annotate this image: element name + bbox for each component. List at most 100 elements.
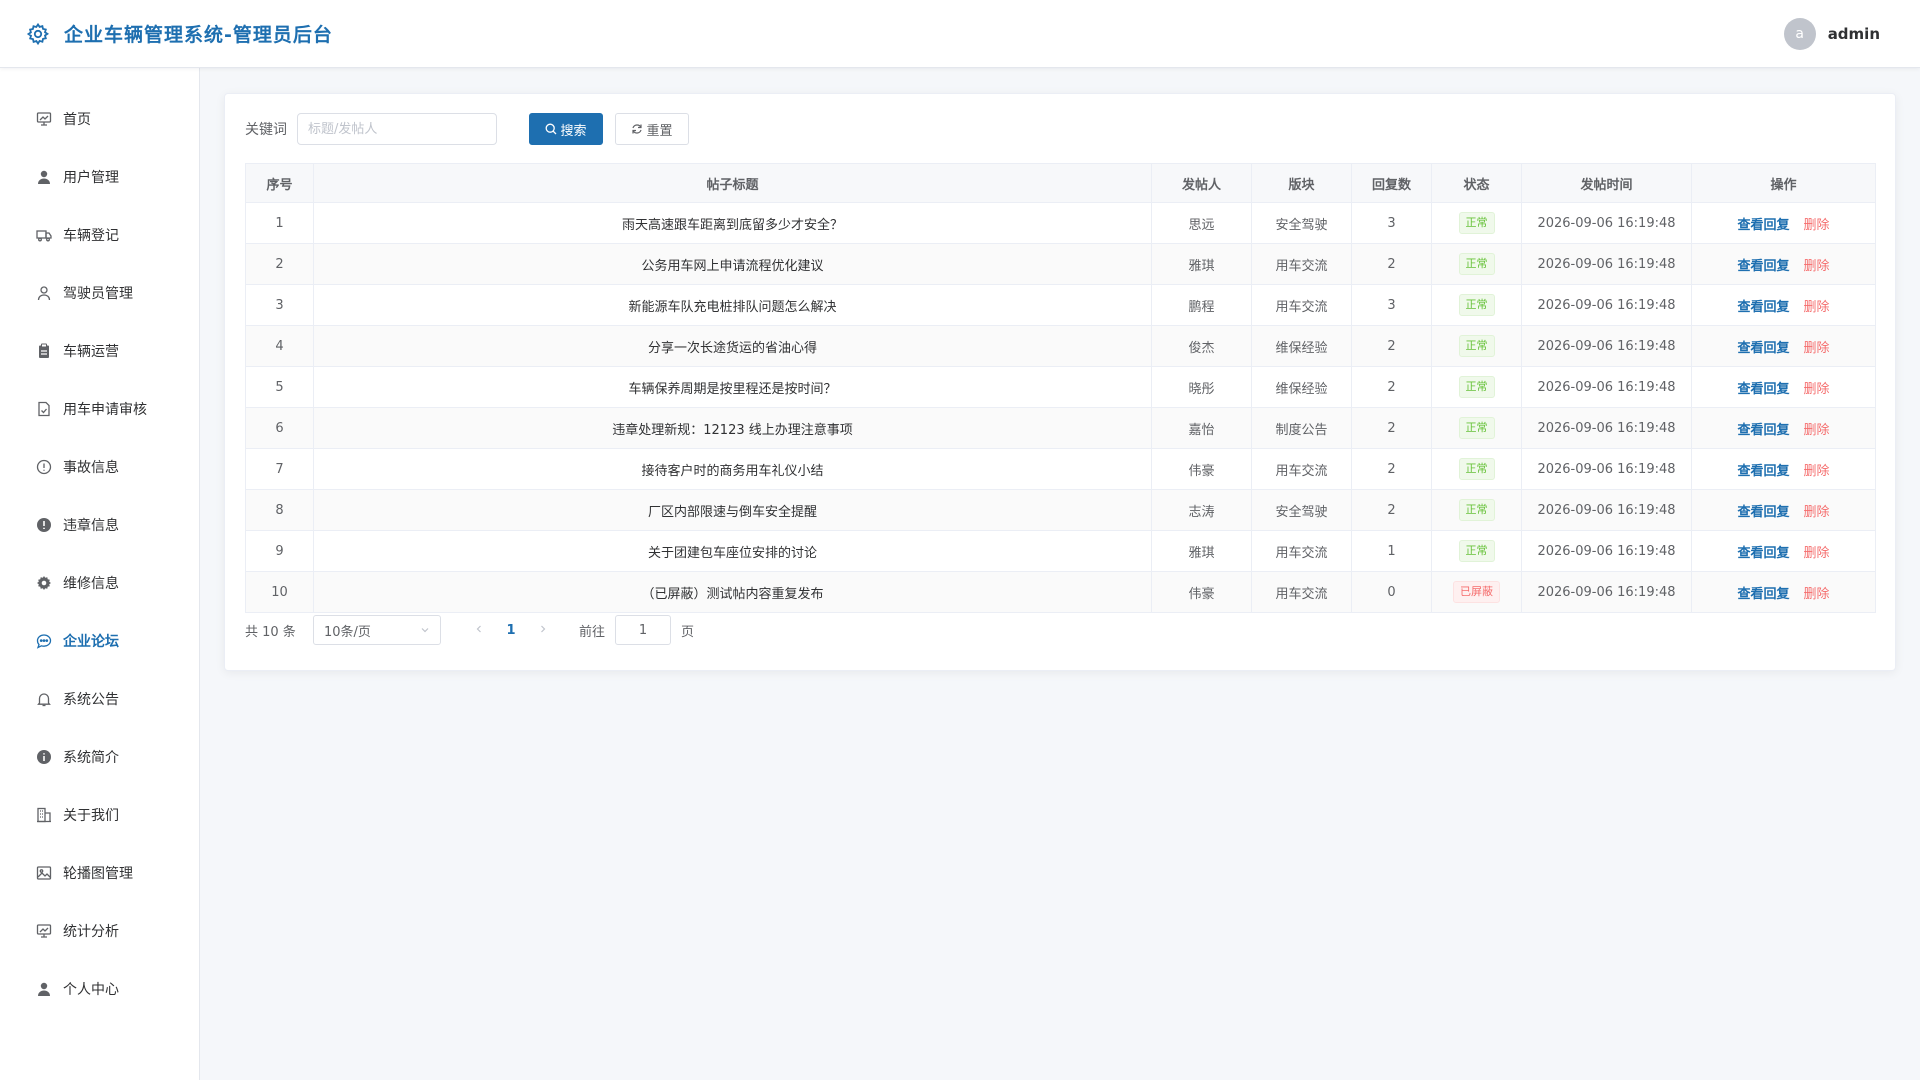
reply-count: 0 bbox=[1351, 571, 1432, 613]
delete-link[interactable]: 删除 bbox=[1804, 382, 1830, 397]
goto-page-input[interactable] bbox=[615, 615, 672, 645]
post-author: 伟豪 bbox=[1151, 571, 1252, 613]
forum-panel: 关键词 搜索 重置 序号 帖子标题 发帖人 版块 回复数 bbox=[224, 93, 1896, 671]
prev-page-button[interactable] bbox=[465, 623, 493, 638]
next-page-button[interactable] bbox=[529, 623, 557, 638]
user-menu[interactable]: a admin bbox=[1783, 17, 1880, 50]
page-size-select[interactable]: 10条/页 bbox=[313, 615, 441, 645]
sidebar-item-carousel[interactable]: 轮播图管理 bbox=[0, 844, 199, 902]
reply-count: 2 bbox=[1351, 243, 1432, 285]
status-badge: 正常 bbox=[1458, 212, 1495, 234]
person-icon bbox=[35, 284, 53, 302]
dashboard-icon bbox=[35, 110, 53, 128]
chevron-left-icon bbox=[474, 624, 484, 634]
sidebar-item-violations[interactable]: 违章信息 bbox=[0, 496, 199, 554]
sidebar-item-label: 企业论坛 bbox=[63, 634, 119, 650]
pagination: 共 10 条 10条/页 1 前往 页 bbox=[245, 613, 1875, 647]
view-replies-link[interactable]: 查看回复 bbox=[1737, 505, 1789, 520]
sidebar-item-about[interactable]: 关于我们 bbox=[0, 786, 199, 844]
page-number[interactable]: 1 bbox=[493, 623, 529, 638]
table-row: 2 公务用车网上申请流程优化建议 雅琪 用车交流 2 正常 2026-09-06… bbox=[245, 243, 1876, 285]
search-button[interactable]: 搜索 bbox=[529, 113, 603, 145]
post-author: 雅琪 bbox=[1151, 243, 1252, 285]
sidebar-item-system-intro[interactable]: 系统简介 bbox=[0, 728, 199, 786]
posts-table: 序号 帖子标题 发帖人 版块 回复数 状态 发帖时间 操作 1 雨天高速跟车距离… bbox=[245, 163, 1876, 613]
page-size-value: 10条/页 bbox=[324, 624, 371, 640]
row-number: 10 bbox=[245, 571, 314, 613]
post-time: 2026-09-06 16:19:48 bbox=[1521, 202, 1692, 244]
post-author: 嘉怡 bbox=[1151, 407, 1252, 449]
view-replies-link[interactable]: 查看回复 bbox=[1737, 382, 1789, 397]
sidebar: 首页 用户管理 车辆登记 驾驶员管理 车辆运营 用车申请审核 事故信息 违章信息… bbox=[0, 68, 200, 1080]
view-replies-link[interactable]: 查看回复 bbox=[1737, 423, 1789, 438]
sidebar-item-maintenance[interactable]: 维修信息 bbox=[0, 554, 199, 612]
delete-link[interactable]: 删除 bbox=[1804, 218, 1830, 233]
post-board: 用车交流 bbox=[1251, 571, 1352, 613]
column-header: 发帖人 bbox=[1151, 163, 1252, 203]
view-replies-link[interactable]: 查看回复 bbox=[1737, 300, 1789, 315]
delete-link[interactable]: 删除 bbox=[1804, 423, 1830, 438]
warning-circle-icon bbox=[35, 458, 53, 476]
goto-label: 前往 bbox=[579, 624, 606, 640]
view-replies-link[interactable]: 查看回复 bbox=[1737, 259, 1789, 274]
delete-link[interactable]: 删除 bbox=[1804, 300, 1830, 315]
sidebar-item-users[interactable]: 用户管理 bbox=[0, 148, 199, 206]
delete-link[interactable]: 删除 bbox=[1804, 505, 1830, 520]
post-title: 新能源车队充电桩排队问题怎么解决 bbox=[313, 284, 1152, 326]
view-replies-link[interactable]: 查看回复 bbox=[1737, 587, 1789, 602]
table-row: 4 分享一次长途货运的省油心得 俊杰 维保经验 2 正常 2026-09-06 … bbox=[245, 325, 1876, 367]
delete-link[interactable]: 删除 bbox=[1804, 546, 1830, 561]
row-number: 4 bbox=[245, 325, 314, 367]
keyword-label: 关键词 bbox=[245, 122, 287, 138]
view-replies-link[interactable]: 查看回复 bbox=[1737, 546, 1789, 561]
sidebar-item-label: 事故信息 bbox=[63, 460, 119, 476]
sidebar-item-profile[interactable]: 个人中心 bbox=[0, 960, 199, 1018]
sidebar-item-forum[interactable]: 企业论坛 bbox=[0, 612, 199, 670]
post-board: 用车交流 bbox=[1251, 530, 1352, 572]
post-title: 厂区内部限速与倒车安全提醒 bbox=[313, 489, 1152, 531]
table-row: 5 车辆保养周期是按里程还是按时间？ 晓彤 维保经验 2 正常 2026-09-… bbox=[245, 366, 1876, 408]
sidebar-item-label: 统计分析 bbox=[63, 924, 119, 940]
reply-count: 2 bbox=[1351, 366, 1432, 408]
view-replies-link[interactable]: 查看回复 bbox=[1737, 341, 1789, 356]
search-button-label: 搜索 bbox=[560, 123, 587, 139]
table-header-row: 序号 帖子标题 发帖人 版块 回复数 状态 发帖时间 操作 bbox=[245, 163, 1876, 203]
sidebar-item-home[interactable]: 首页 bbox=[0, 90, 199, 148]
reset-button[interactable]: 重置 bbox=[615, 113, 689, 145]
post-author: 志涛 bbox=[1151, 489, 1252, 531]
post-title: 接待客户时的商务用车礼仪小结 bbox=[313, 448, 1152, 490]
sidebar-item-label: 用车申请审核 bbox=[63, 402, 147, 418]
post-time: 2026-09-06 16:19:48 bbox=[1521, 243, 1692, 285]
post-time: 2026-09-06 16:19:48 bbox=[1521, 489, 1692, 531]
sidebar-item-statistics[interactable]: 统计分析 bbox=[0, 902, 199, 960]
post-time: 2026-09-06 16:19:48 bbox=[1521, 366, 1692, 408]
info-icon bbox=[35, 748, 53, 766]
post-title: 分享一次长途货运的省油心得 bbox=[313, 325, 1152, 367]
sidebar-item-application-review[interactable]: 用车申请审核 bbox=[0, 380, 199, 438]
app-title: 企业车辆管理系统-管理员后台 bbox=[64, 24, 333, 46]
sidebar-item-label: 轮播图管理 bbox=[63, 866, 133, 882]
avatar[interactable]: a bbox=[1783, 17, 1816, 50]
sidebar-item-accidents[interactable]: 事故信息 bbox=[0, 438, 199, 496]
chevron-down-icon bbox=[420, 625, 430, 635]
column-header: 状态 bbox=[1431, 163, 1522, 203]
sidebar-item-announcements[interactable]: 系统公告 bbox=[0, 670, 199, 728]
sidebar-item-operations[interactable]: 车辆运营 bbox=[0, 322, 199, 380]
table-row: 6 违章处理新规：12123 线上办理注意事项 嘉怡 制度公告 2 正常 202… bbox=[245, 407, 1876, 449]
column-header: 帖子标题 bbox=[313, 163, 1152, 203]
view-replies-link[interactable]: 查看回复 bbox=[1737, 464, 1789, 479]
keyword-input[interactable] bbox=[297, 113, 497, 145]
sidebar-item-label: 个人中心 bbox=[63, 982, 119, 998]
username[interactable]: admin bbox=[1828, 25, 1880, 43]
search-icon bbox=[545, 123, 557, 135]
post-author: 俊杰 bbox=[1151, 325, 1252, 367]
delete-link[interactable]: 删除 bbox=[1804, 341, 1830, 356]
sidebar-item-vehicle-register[interactable]: 车辆登记 bbox=[0, 206, 199, 264]
view-replies-link[interactable]: 查看回复 bbox=[1737, 218, 1789, 233]
delete-link[interactable]: 删除 bbox=[1804, 464, 1830, 479]
reply-count: 2 bbox=[1351, 407, 1432, 449]
delete-link[interactable]: 删除 bbox=[1804, 587, 1830, 602]
sidebar-item-drivers[interactable]: 驾驶员管理 bbox=[0, 264, 199, 322]
delete-link[interactable]: 删除 bbox=[1804, 259, 1830, 274]
brand: 企业车辆管理系统-管理员后台 bbox=[26, 20, 333, 47]
